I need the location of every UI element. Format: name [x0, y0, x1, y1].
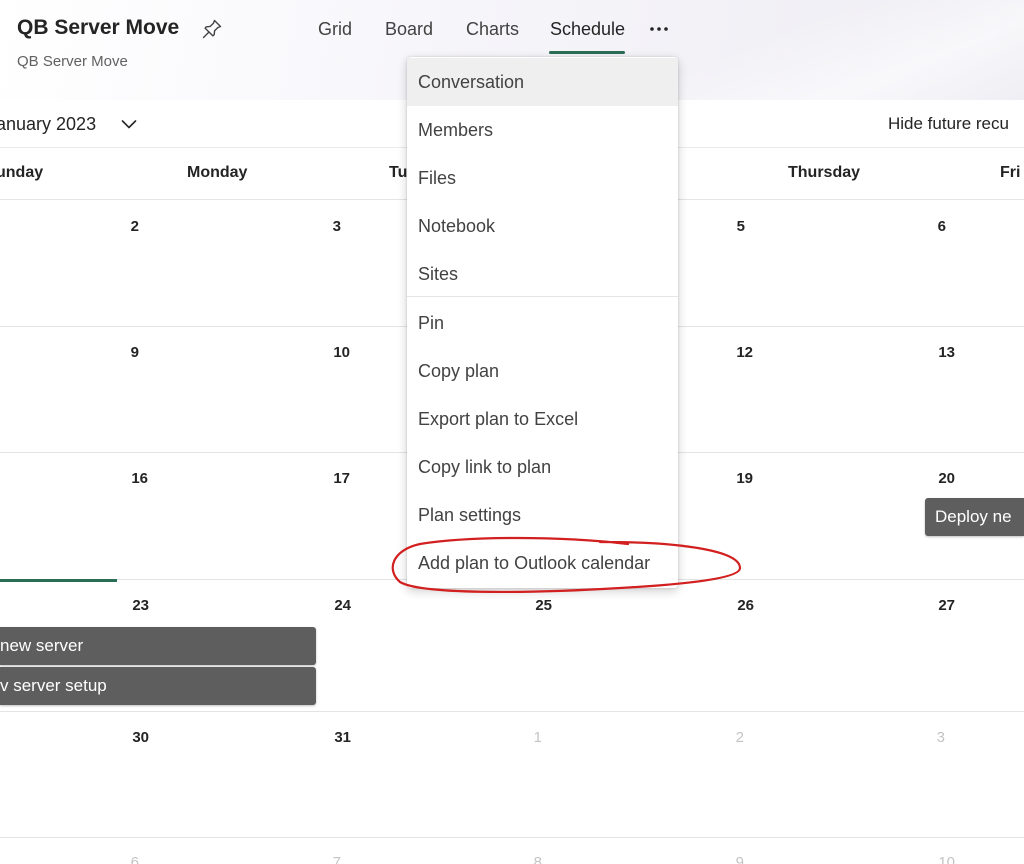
day-cell-number-next-month[interactable]: 10 — [925, 854, 955, 864]
menu-item-files[interactable]: Files — [407, 154, 678, 202]
day-header-tuesday: Tu — [389, 164, 408, 181]
day-cell-number[interactable]: 27 — [925, 597, 955, 614]
menu-item-copy-link[interactable]: Copy link to plan — [407, 443, 678, 491]
menu-item-copy-plan[interactable]: Copy plan — [407, 347, 678, 395]
day-cell-number[interactable]: 3 — [311, 218, 341, 235]
task-bar[interactable]: new server — [0, 627, 316, 665]
menu-item-notebook[interactable]: Notebook — [407, 202, 678, 250]
day-cell-number[interactable]: 9 — [109, 344, 139, 361]
active-tab-indicator — [549, 51, 625, 54]
day-header-monday: Monday — [187, 164, 248, 181]
day-cell-number[interactable]: 17 — [320, 470, 350, 487]
menu-divider — [407, 296, 678, 297]
menu-item-add-to-outlook[interactable]: Add plan to Outlook calendar — [407, 539, 678, 587]
day-cell-number[interactable]: 13 — [925, 344, 955, 361]
plan-subtitle: QB Server Move — [17, 53, 128, 70]
day-cell-number[interactable]: 12 — [723, 344, 753, 361]
menu-item-members[interactable]: Members — [407, 106, 678, 154]
day-cell-number[interactable]: 5 — [715, 218, 745, 235]
day-header-thursday: Thursday — [788, 164, 861, 181]
day-header-sunday: unday — [0, 164, 44, 181]
month-label[interactable]: anuary 2023 — [0, 114, 96, 135]
day-cell-number-next-month[interactable]: 3 — [915, 729, 945, 746]
day-cell-number[interactable]: 30 — [119, 729, 149, 746]
day-cell-number-next-month[interactable]: 8 — [512, 854, 542, 864]
menu-item-sites[interactable]: Sites — [407, 250, 678, 298]
menu-item-export-excel[interactable]: Export plan to Excel — [407, 395, 678, 443]
day-cell-number[interactable]: 26 — [724, 597, 754, 614]
day-cell-number[interactable]: 24 — [321, 597, 351, 614]
day-cell-number[interactable]: 6 — [916, 218, 946, 235]
week-divider — [0, 837, 1024, 838]
day-cell-number[interactable]: 19 — [723, 470, 753, 487]
day-cell-number[interactable]: 10 — [320, 344, 350, 361]
chevron-down-icon[interactable] — [119, 114, 139, 134]
day-cell-number[interactable]: 23 — [119, 597, 149, 614]
day-cell-number-next-month[interactable]: 2 — [714, 729, 744, 746]
more-options-menu: Conversation Members Files Notebook Site… — [407, 57, 678, 588]
menu-item-pin[interactable]: Pin — [407, 299, 678, 347]
more-horizontal-icon[interactable] — [648, 22, 670, 36]
menu-item-conversation[interactable]: Conversation — [407, 58, 678, 106]
plan-title: QB Server Move — [17, 16, 180, 39]
hide-future-recurrences-toggle[interactable]: Hide future recu — [888, 114, 1009, 134]
week-divider — [0, 711, 1024, 712]
task-bar[interactable]: v server setup — [0, 667, 316, 705]
day-cell-number-next-month[interactable]: 6 — [109, 854, 139, 864]
day-cell-number[interactable]: 16 — [118, 470, 148, 487]
day-cell-number[interactable]: 20 — [925, 470, 955, 487]
menu-item-plan-settings[interactable]: Plan settings — [407, 491, 678, 539]
day-cell-number-next-month[interactable]: 7 — [311, 854, 341, 864]
tab-board[interactable]: Board — [385, 19, 433, 40]
day-cell-number-next-month[interactable]: 1 — [512, 729, 542, 746]
tab-charts[interactable]: Charts — [466, 19, 519, 40]
pin-icon[interactable] — [200, 17, 224, 41]
day-cell-number[interactable]: 25 — [522, 597, 552, 614]
day-cell-number[interactable]: 31 — [321, 729, 351, 746]
tab-grid[interactable]: Grid — [318, 19, 352, 40]
current-week-indicator — [0, 579, 117, 582]
day-cell-number[interactable]: 2 — [109, 218, 139, 235]
day-header-friday: Fri — [1000, 164, 1021, 181]
tab-schedule[interactable]: Schedule — [550, 19, 625, 40]
day-cell-number-next-month[interactable]: 9 — [714, 854, 744, 864]
task-bar[interactable]: Deploy ne — [925, 498, 1024, 536]
